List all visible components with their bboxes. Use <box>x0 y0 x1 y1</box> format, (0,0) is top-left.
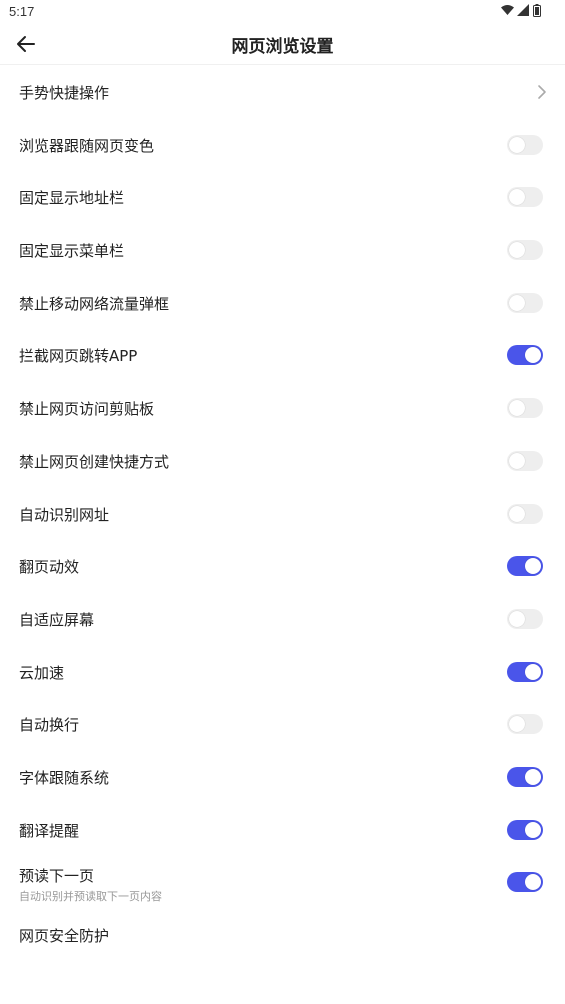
settings-row-label: 预读下一页 <box>19 867 95 886</box>
toggle-switch[interactable] <box>507 608 543 629</box>
settings-row-label: 自适应屏幕 <box>19 610 95 629</box>
settings-row-label: 拦截网页跳转APP <box>19 347 138 366</box>
page-title: 网页浏览设置 <box>231 37 334 57</box>
toggle-switch[interactable] <box>507 240 543 261</box>
wifi-icon <box>501 4 514 16</box>
toggle-switch[interactable] <box>507 714 543 735</box>
settings-row-label: 自动换行 <box>19 716 80 735</box>
settings-row[interactable]: 禁止网页创建快捷方式 <box>0 435 565 488</box>
settings-row[interactable]: 拦截网页跳转APP <box>0 329 565 382</box>
toggle-switch[interactable] <box>507 450 543 471</box>
settings-row[interactable]: 手势快捷操作 <box>0 66 565 119</box>
settings-row-sublabel: 自动识别并预读取下一页内容 <box>19 890 162 904</box>
settings-row[interactable]: 翻译提醒 <box>0 804 565 857</box>
settings-row[interactable]: 翻页动效 <box>0 540 565 593</box>
toggle-switch[interactable] <box>507 398 543 419</box>
battery-icon <box>533 4 545 17</box>
settings-row[interactable]: 网页安全防护 <box>0 909 565 962</box>
settings-row[interactable]: 自适应屏幕 <box>0 593 565 646</box>
settings-row-label: 固定显示地址栏 <box>19 189 125 208</box>
settings-row-label: 自动识别网址 <box>19 505 110 524</box>
settings-row-label: 浏览器跟随网页变色 <box>19 136 155 155</box>
toggle-switch[interactable] <box>507 872 543 893</box>
toggle-switch[interactable] <box>507 292 543 313</box>
signal-icon <box>517 4 529 16</box>
settings-row[interactable]: 字体跟随系统 <box>0 751 565 804</box>
settings-row-label: 固定显示菜单栏 <box>19 242 125 261</box>
toggle-switch[interactable] <box>507 134 543 155</box>
settings-row-label: 手势快捷操作 <box>19 84 110 102</box>
settings-row-label: 禁止网页访问剪贴板 <box>19 400 155 419</box>
status-time: 5:17 <box>9 4 35 19</box>
settings-row-label: 云加速 <box>19 663 65 682</box>
settings-row-label: 翻页动效 <box>19 558 80 577</box>
toggle-switch[interactable] <box>507 556 543 577</box>
settings-row[interactable]: 禁止网页访问剪贴板 <box>0 382 565 435</box>
header: 网页浏览设置 <box>0 24 565 65</box>
toggle-switch[interactable] <box>507 503 543 524</box>
settings-row[interactable]: 固定显示地址栏 <box>0 171 565 224</box>
settings-row-label: 禁止移动网络流量弹框 <box>19 294 170 313</box>
status-bar: 5:17 <box>0 0 565 24</box>
settings-row[interactable]: 自动换行 <box>0 698 565 751</box>
settings-row[interactable]: 固定显示菜单栏 <box>0 224 565 277</box>
toggle-switch[interactable] <box>507 661 543 682</box>
settings-row[interactable]: 云加速 <box>0 646 565 699</box>
settings-row[interactable]: 自动识别网址 <box>0 488 565 541</box>
settings-row-label: 翻译提醒 <box>19 821 80 840</box>
settings-row-label: 字体跟随系统 <box>19 768 110 787</box>
settings-row-label: 禁止网页创建快捷方式 <box>19 452 170 471</box>
status-icons <box>501 4 545 17</box>
settings-row[interactable]: 浏览器跟随网页变色 <box>0 119 565 172</box>
settings-row[interactable]: 预读下一页自动识别并预读取下一页内容 <box>0 856 565 909</box>
toggle-switch[interactable] <box>507 766 543 787</box>
toggle-switch[interactable] <box>507 187 543 208</box>
chevron-right-icon <box>537 84 547 100</box>
toggle-switch[interactable] <box>507 819 543 840</box>
settings-row[interactable]: 禁止移动网络流量弹框 <box>0 277 565 330</box>
settings-list: 手势快捷操作浏览器跟随网页变色 固定显示地址栏 固定显示菜单栏禁止移动网络流量弹框拦… <box>0 66 565 962</box>
settings-row-label: 网页安全防护 <box>19 927 110 945</box>
toggle-switch[interactable] <box>507 345 543 366</box>
